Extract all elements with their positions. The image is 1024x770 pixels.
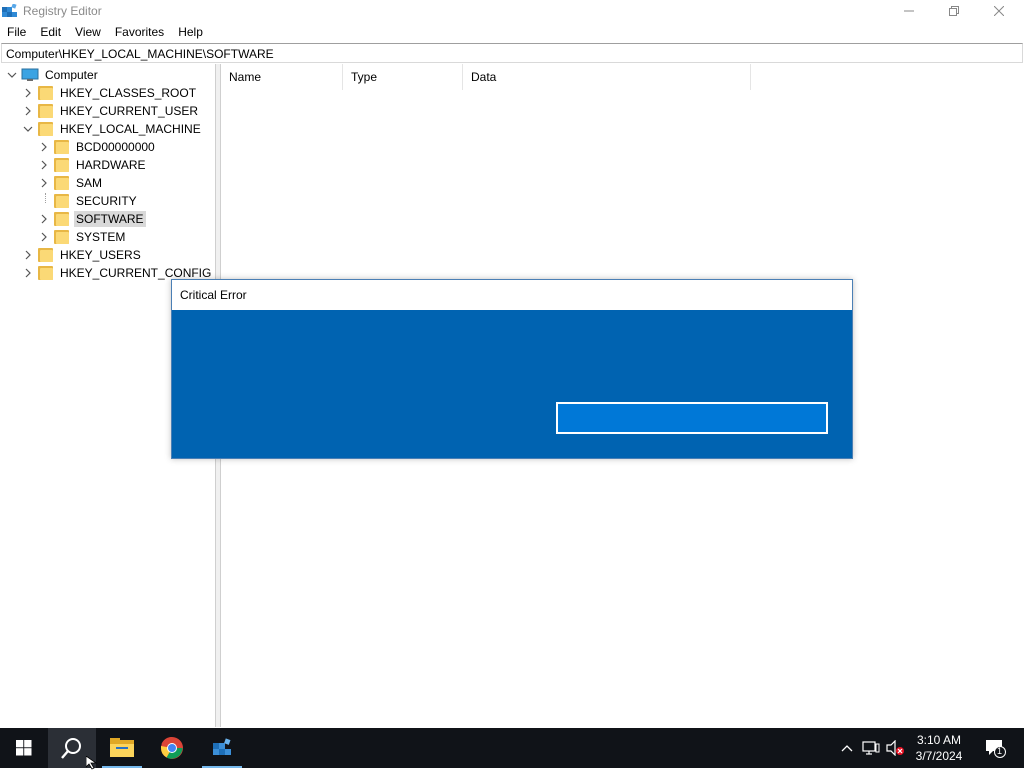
search-icon [61, 738, 81, 759]
folder-icon [54, 194, 69, 208]
tree-label: HKEY_CLASSES_ROOT [60, 86, 197, 100]
chevron-right-icon[interactable] [22, 249, 34, 261]
restore-button[interactable] [931, 0, 977, 22]
menu-edit[interactable]: Edit [33, 23, 68, 42]
tree-label: HKEY_CURRENT_USER [60, 104, 199, 118]
chevron-right-icon[interactable] [22, 105, 34, 117]
registry-editor-icon [2, 4, 17, 17]
action-center-button[interactable]: 1 [978, 728, 1012, 768]
column-header-data[interactable]: Data [463, 64, 751, 90]
system-clock[interactable]: 3:10 AM 3/7/2024 [908, 732, 970, 764]
minimize-button[interactable] [886, 0, 932, 22]
chevron-right-icon[interactable] [38, 177, 50, 189]
tree-node-hardware[interactable]: HARDWARE [38, 156, 148, 174]
tree-node-hkcu[interactable]: HKEY_CURRENT_USER [22, 102, 200, 120]
chevron-down-icon[interactable] [6, 69, 18, 81]
window-title: Registry Editor [23, 4, 102, 18]
tree-node-sam[interactable]: SAM [38, 174, 104, 192]
show-hidden-icons-button[interactable] [838, 728, 856, 768]
column-header-name[interactable]: Name [221, 64, 343, 90]
menu-file[interactable]: File [0, 23, 33, 42]
dialog-input-box[interactable] [556, 402, 828, 434]
taskbar-registry-editor[interactable] [198, 728, 246, 768]
folder-icon [54, 176, 69, 190]
close-button[interactable] [976, 0, 1022, 22]
start-button[interactable] [0, 728, 48, 768]
chevron-right-icon[interactable] [22, 267, 34, 279]
tree-label: HKEY_USERS [60, 248, 141, 262]
folder-icon [38, 122, 53, 136]
tree-node-system[interactable]: SYSTEM [38, 228, 127, 246]
file-explorer-icon [110, 738, 134, 757]
chevron-right-icon[interactable] [38, 231, 50, 243]
volume-muted-icon [886, 740, 904, 756]
tree-label: Computer [45, 68, 98, 82]
menu-favorites[interactable]: Favorites [108, 23, 171, 42]
taskbar-chrome[interactable] [148, 728, 196, 768]
tree-node-security[interactable]: SECURITY [38, 192, 139, 210]
tree-node-bcd[interactable]: BCD00000000 [38, 138, 157, 156]
computer-icon [21, 68, 39, 81]
tree-label: SYSTEM [76, 230, 126, 244]
tree-label: SOFTWARE [74, 211, 146, 227]
tree-node-computer[interactable]: Computer [6, 66, 100, 84]
network-icon [862, 741, 880, 755]
dialog-title: Critical Error [172, 280, 852, 310]
chevron-down-icon[interactable] [22, 123, 34, 135]
folder-icon [38, 86, 53, 100]
menu-help[interactable]: Help [171, 23, 210, 42]
chevron-right-icon[interactable] [38, 159, 50, 171]
folder-icon [54, 158, 69, 172]
folder-icon [38, 266, 53, 280]
folder-icon [38, 248, 53, 262]
volume-tray[interactable] [884, 728, 906, 768]
chevron-up-icon [841, 745, 853, 752]
chevron-right-icon[interactable] [22, 87, 34, 99]
chrome-icon [161, 736, 183, 759]
menu-view[interactable]: View [68, 23, 108, 42]
chevron-right-icon[interactable] [38, 141, 50, 153]
start-icon [16, 740, 32, 756]
tree-node-software[interactable]: SOFTWARE [38, 210, 146, 228]
clock-time: 3:10 AM [916, 733, 962, 747]
menu-bar: File Edit View Favorites Help [0, 23, 1024, 42]
network-tray[interactable] [860, 728, 882, 768]
tree-label: BCD00000000 [76, 140, 155, 154]
tree-node-hklm[interactable]: HKEY_LOCAL_MACHINE [22, 120, 203, 138]
tree-label: HKEY_LOCAL_MACHINE [60, 122, 201, 136]
critical-error-dialog: Critical Error [171, 279, 853, 459]
address-bar[interactable]: Computer\HKEY_LOCAL_MACHINE\SOFTWARE [1, 43, 1023, 63]
folder-icon [54, 212, 69, 226]
tree-node-hkcr[interactable]: HKEY_CLASSES_ROOT [22, 84, 198, 102]
tree-label: SECURITY [76, 194, 137, 208]
tree-node-hku[interactable]: HKEY_USERS [22, 246, 143, 264]
tree-label: SAM [76, 176, 103, 190]
notification-count: 1 [997, 746, 1003, 756]
folder-icon [54, 140, 69, 154]
taskbar: 3:10 AM 3/7/2024 1 [0, 728, 1024, 768]
column-header-type[interactable]: Type [343, 64, 463, 90]
folder-icon [38, 104, 53, 118]
clock-date: 3/7/2024 [915, 749, 963, 763]
chevron-right-icon[interactable] [38, 213, 50, 225]
tree-label: HARDWARE [76, 158, 146, 172]
folder-icon [54, 230, 69, 244]
notification-icon [986, 740, 1006, 758]
title-bar: Registry Editor [0, 0, 1024, 22]
taskbar-file-explorer[interactable] [98, 728, 146, 768]
registry-editor-icon [213, 738, 231, 755]
